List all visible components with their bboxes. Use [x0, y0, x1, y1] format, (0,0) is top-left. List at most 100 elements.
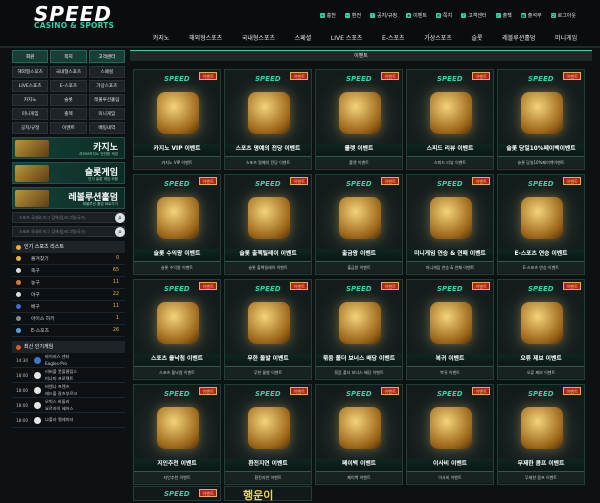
top-menu-notice[interactable]: ! 공지/규정 — [370, 12, 397, 19]
top-menu-support[interactable]: ? 고객센터 — [461, 12, 487, 19]
game-item[interactable]: 18:00 리버풀 풋볼클럽스 미나미 프로젝트 — [12, 368, 125, 383]
event-card[interactable]: SPEED 이벤트 E-스포츠 연승 이벤트 E-스포츠 연승 이벤트 — [497, 174, 585, 275]
sport-item[interactable]: E-스포츠 26 — [12, 325, 125, 337]
category-button[interactable]: 레볼루션홀덤 — [88, 94, 125, 106]
nav-casino[interactable]: 카지노 — [143, 32, 179, 46]
support-button[interactable]: 고객센터 — [88, 50, 125, 63]
nav-minigame[interactable]: 미니게임 — [545, 32, 587, 46]
search-icon[interactable]: ⌕ — [115, 213, 125, 223]
card-logo: SPEED — [437, 180, 463, 188]
search-icon[interactable]: ⌕ — [115, 227, 125, 237]
search-input[interactable]: 스포츠 국내외 리그 검색(팀/리그명/국가) ⌕ — [12, 226, 125, 237]
event-card[interactable]: SPEED 이벤트 카지노 VIP 이벤트 카지노 VIP 이벤트 — [133, 69, 221, 170]
event-illustration-icon — [430, 92, 472, 134]
nav-domestic-sports[interactable]: 국내형스포츠 — [232, 32, 285, 46]
top-menu-checkin[interactable]: ✓ 출첵 — [495, 12, 512, 19]
event-card[interactable]: SPEED 이벤트 무한 돌발 이벤트 무한 돌발 이벤트 — [224, 279, 312, 380]
sport-item[interactable]: 농구 11 — [12, 277, 125, 289]
event-card[interactable]: SPEED 이벤트 묶음 폴더 보너스 배당 이벤트 묶음 폴더 보너스 배당 이벤트 — [315, 279, 403, 380]
card-logo: SPEED — [164, 390, 190, 398]
event-title: 지인추천 이벤트 — [134, 459, 220, 470]
event-illustration-icon — [339, 302, 381, 344]
game-time: 14:30 — [16, 357, 29, 363]
category-button[interactable]: 미니게임 — [88, 108, 125, 120]
top-menu-logout[interactable]: ⏻ 로그아웃 — [550, 12, 576, 19]
event-card[interactable]: SPEED 이벤트 지인추천 이벤트 지인추천 이벤트 — [133, 384, 221, 485]
category-button[interactable]: 스페셜 — [88, 66, 125, 78]
promo-casino[interactable]: 카지노 라이브카지노 안전한 게임 — [12, 137, 125, 159]
sport-item[interactable]: 즐겨찾기 0 — [12, 253, 125, 265]
member-button[interactable]: 회원 — [12, 50, 49, 63]
search-input[interactable]: 스포츠 국내외 리그 검색(팀/리그명/국가) ⌕ — [12, 212, 125, 223]
event-card[interactable]: SPEED 이벤트 무제한 콤프 이벤트 무제한 콤프 이벤트 — [497, 384, 585, 485]
nav-revolution-holdem[interactable]: 레볼루션홀덤 — [492, 32, 545, 46]
event-title: 스포츠 명예의 전당 이벤트 — [225, 144, 311, 155]
category-button[interactable]: E-스포츠 — [50, 80, 87, 92]
soccer-ball-icon — [34, 416, 41, 424]
event-card[interactable]: SPEED 이벤트 환전지연 이벤트 환전지연 이벤트 — [224, 384, 312, 485]
top-menu-event[interactable]: ★ 이벤트 — [406, 12, 427, 19]
event-card[interactable]: SPEED 이벤트 슬롯 수익왕 이벤트 슬롯 수익왕 이벤트 — [133, 174, 221, 275]
event-badge: 이벤트 — [472, 387, 490, 395]
top-menu-attendance[interactable]: ▦ 출석부 — [520, 12, 542, 19]
nav-virtual-sports[interactable]: 가상스포츠 — [414, 32, 461, 46]
event-title: 슬롯 수익왕 이벤트 — [134, 249, 220, 260]
category-button[interactable]: 공지/규정 — [12, 122, 49, 134]
card-logo: SPEED — [437, 75, 463, 83]
category-button[interactable]: 국내형스포츠 — [50, 66, 87, 78]
event-card[interactable]: SPEED 이벤트 이사비 이벤트 이사비 이벤트 — [406, 384, 494, 485]
support-icon: ? — [461, 13, 467, 18]
promo-slot[interactable]: 슬롯게임 인기 슬롯 게임 모음 — [12, 162, 125, 184]
event-card[interactable]: SPEED 이벤트 출금왕 이벤트 출금왕 이벤트 — [315, 174, 403, 275]
sport-item[interactable]: 야구 22 — [12, 289, 125, 301]
game-item[interactable]: 14:30 바이러스 센터 Eagles-Pro — [12, 353, 125, 368]
main-nav: 카지노 해외형스포츠 국내형스포츠 스페셜 LIVE 스포츠 E-스포츠 가상스… — [143, 32, 587, 46]
category-button[interactable]: 가상스포츠 — [88, 80, 125, 92]
category-button[interactable]: 미니게임 — [12, 108, 49, 120]
event-card[interactable]: SPEED 이벤트 룰렛 이벤트 룰렛 이벤트 — [315, 69, 403, 170]
event-card[interactable]: SPEED 이벤트 미니게임 연승 & 연패 이벤트 미니게임 연승 & 연패 이벤트 — [406, 174, 494, 275]
sport-item[interactable]: 아이스 하키 1 — [12, 313, 125, 325]
game-item[interactable]: 18:00 오빅스 바둘리 요르카이 헤어스 — [12, 398, 125, 413]
event-badge: 이벤트 — [472, 282, 490, 290]
top-menu-withdraw[interactable]: − 환전 — [344, 12, 361, 19]
card-logo: SPEED — [346, 180, 372, 188]
event-card[interactable]: SPEED 이벤트 스피드 리뷰 이벤트 스피드 리뷰 이벤트 — [406, 69, 494, 170]
event-card-partial[interactable]: 행운이 — [224, 486, 312, 502]
top-menu-message[interactable]: ✉ 쪽지 — [435, 12, 452, 19]
nav-slot[interactable]: 슬롯 — [462, 32, 493, 46]
category-button[interactable]: 출첵 — [50, 108, 87, 120]
team-name: 오빅스 바둘리 — [45, 398, 70, 404]
event-card[interactable]: SPEED 이벤트 슬롯 당일10%페이백이벤트 슬롯 당일10%페이백이벤트 — [497, 69, 585, 170]
event-card-partial[interactable]: SPEED 이벤트 — [133, 486, 221, 501]
nav-special[interactable]: 스페셜 — [285, 32, 321, 46]
game-item[interactable]: 18:00 비엔나 프렌즈 레드불 잘츠부르크 — [12, 383, 125, 398]
message-button[interactable]: 쪽지 — [50, 50, 87, 63]
event-card[interactable]: SPEED 이벤트 오류 제보 이벤트 오류 제보 이벤트 — [497, 279, 585, 380]
game-item[interactable]: 18:00 나폴라 엘레미터 — [12, 413, 125, 428]
category-button[interactable]: 이벤트 — [50, 122, 87, 134]
logo[interactable]: SPEED CASINO & SPORTS — [34, 2, 116, 32]
event-card[interactable]: SPEED 이벤트 스포츠 명예의 전당 이벤트 스포츠 명예의 전당 이벤트 — [224, 69, 312, 170]
top-menu-deposit[interactable]: + 충전 — [319, 12, 336, 19]
sport-item[interactable]: 배구 11 — [12, 301, 125, 313]
card-logo: SPEED — [528, 390, 554, 398]
nav-esports[interactable]: E-스포츠 — [372, 32, 414, 46]
category-button[interactable]: LIVE스포츠 — [12, 80, 49, 92]
event-illustration-icon — [339, 407, 381, 449]
category-button[interactable]: 카지노 — [12, 94, 49, 106]
event-card[interactable]: SPEED 이벤트 스포츠 올낙첨 이벤트 스포츠 올낙첨 이벤트 — [133, 279, 221, 380]
event-card[interactable]: SPEED 이벤트 슬롯 출첵릴레이 이벤트 슬롯 출첵릴레이 이벤트 — [224, 174, 312, 275]
event-card[interactable]: SPEED 이벤트 복귀 이벤트 복귀 이벤트 — [406, 279, 494, 380]
search-placeholder: 스포츠 국내외 리그 검색(팀/리그명/국가) — [19, 215, 86, 220]
esports-icon — [16, 328, 21, 333]
event-card[interactable]: SPEED 이벤트 페이백 이벤트 페이백 이벤트 — [315, 384, 403, 485]
category-button[interactable]: 해외형스포츠 — [12, 66, 49, 78]
nav-live-sports[interactable]: LIVE 스포츠 — [321, 32, 372, 46]
nav-overseas-sports[interactable]: 해외형스포츠 — [179, 32, 232, 46]
category-button[interactable]: 배팅내역 — [88, 122, 125, 134]
category-button[interactable]: 슬롯 — [50, 94, 87, 106]
card-logo: SPEED — [164, 285, 190, 293]
sport-item[interactable]: 축구 65 — [12, 265, 125, 277]
promo-holdem[interactable]: 레볼루션홀덤 레볼루션 홀덤 바로가기 — [12, 187, 125, 209]
